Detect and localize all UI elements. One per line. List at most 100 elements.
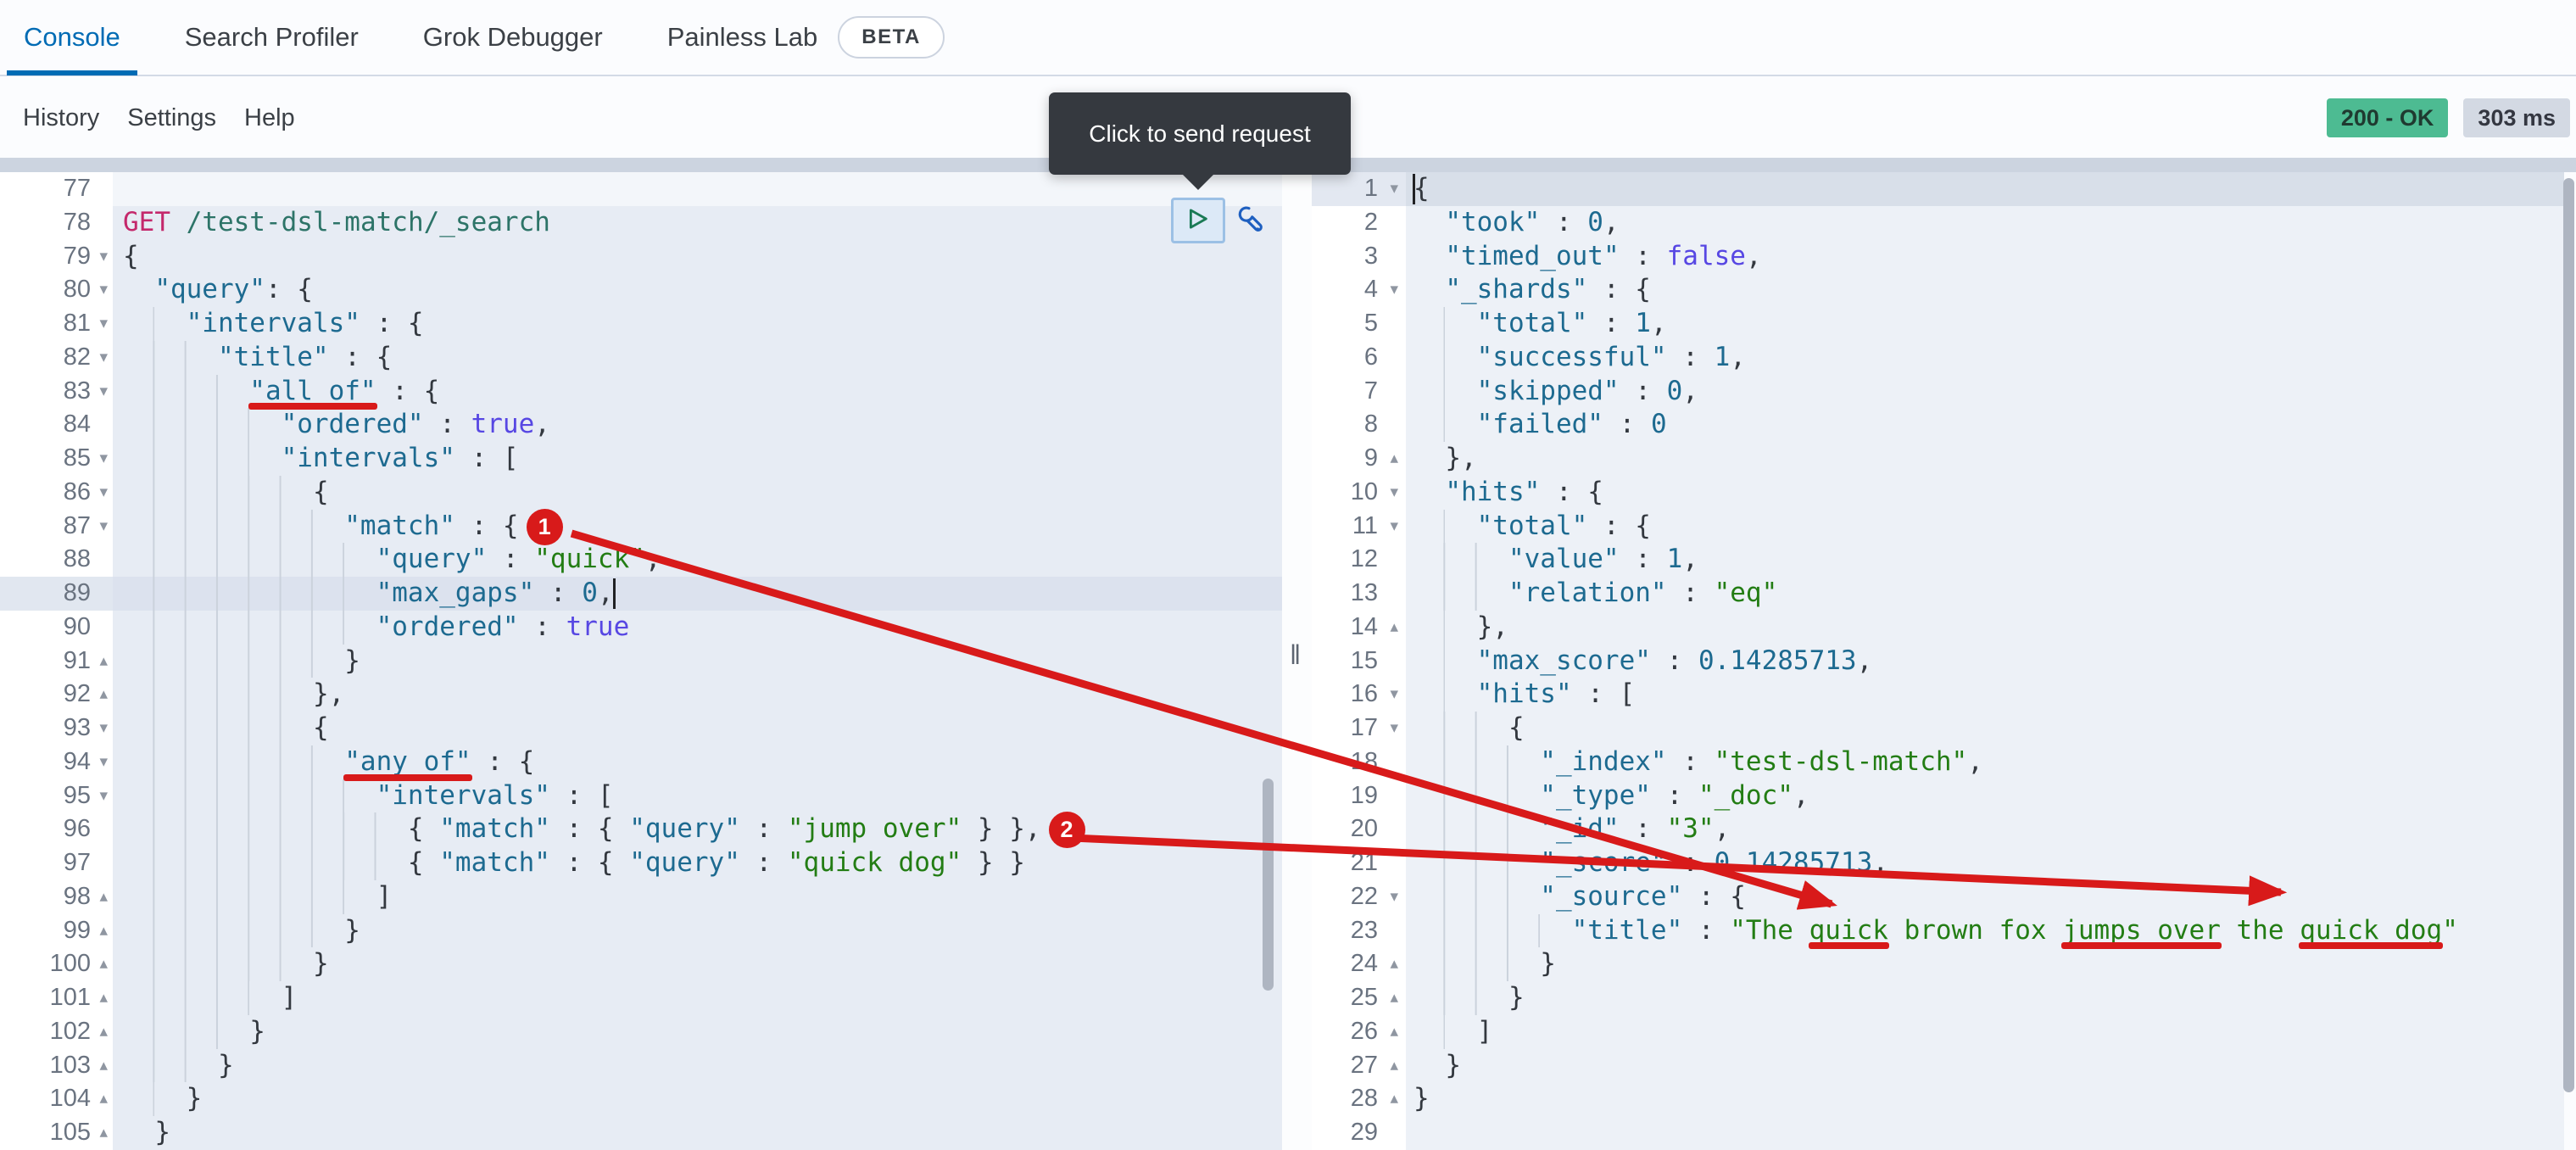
code-line: 90 "ordered" : true [0,610,1282,645]
line-number: 99 [63,916,91,944]
fold-up-icon[interactable]: ▴ [99,947,108,981]
response-editor[interactable]: 1 ▾{2 "took" : 0, 3 "timed_out" : false, 4 ▾ "_… [1312,172,2564,1150]
fold-up-icon[interactable]: ▴ [1390,981,1398,1015]
code-line: 28 ▴} [1312,1082,2564,1116]
tab-painless-lab[interactable]: Painless Lab BETA [650,0,962,75]
code-line: 10 ▾ "hits" : { [1312,475,2564,510]
line-number: 14 [1350,612,1378,640]
code-token: false [1666,240,1746,271]
indent-guides [123,543,345,577]
code-token: "test-dsl-match" [1714,745,1968,777]
code-token: "_type" [1540,779,1651,811]
fold-up-icon[interactable]: ▴ [99,645,108,678]
fold-down-icon[interactable]: ▾ [99,476,108,510]
fold-down-icon[interactable]: ▾ [1390,273,1398,307]
gutter-cell: 10 ▾ [1312,475,1406,510]
tab-console[interactable]: Console [7,0,137,75]
code-token: } } [962,847,1025,878]
tab-grok-debugger[interactable]: Grok Debugger [406,0,620,75]
code-line-content: }, [113,678,1282,712]
code-token: } [186,1083,203,1114]
fold-up-icon[interactable]: ▴ [99,981,108,1015]
tooltip-text: Click to send request [1089,120,1311,147]
wrench-icon [1232,206,1268,242]
fold-up-icon[interactable]: ▴ [1390,947,1398,981]
indent-pad [376,812,408,846]
gutter-cell: 95 ▾ [0,779,113,813]
gutter-cell: 25 ▴ [1312,981,1406,1015]
line-number: 23 [1350,916,1378,944]
code-token: "timed_out" [1445,240,1620,271]
indent-pad [187,341,218,375]
code-token: , [534,409,550,440]
line-number: 15 [1350,646,1378,674]
code-token: quick dog [2299,914,2444,949]
fold-up-icon[interactable]: ▴ [99,880,108,914]
fold-down-icon[interactable]: ▾ [1390,880,1398,914]
fold-down-icon[interactable]: ▾ [99,442,108,476]
code-line-content: "_score" : 0.14285713, [1406,846,2564,880]
fold-down-icon[interactable]: ▾ [1390,712,1398,745]
fold-up-icon[interactable]: ▴ [99,1049,108,1083]
fold-down-icon[interactable]: ▾ [1390,678,1398,712]
tab-search-profiler[interactable]: Search Profiler [168,0,376,75]
indent-guides [1413,913,1541,948]
fold-up-icon[interactable]: ▴ [99,1082,108,1116]
request-editor[interactable]: 77 78 GET /test-dsl-match/_search 79 ▾{80 ▾ "q… [0,172,1282,1150]
fold-down-icon[interactable]: ▾ [99,375,108,409]
fold-up-icon[interactable]: ▴ [1390,611,1398,645]
code-line-content: "total" : 1, [1406,307,2564,341]
gutter-cell: 26 ▴ [1312,1014,1406,1049]
indent-pad [313,510,344,544]
code-token: }, [1476,611,1508,642]
code-token: true [471,409,535,440]
menu-item-help[interactable]: Help [244,104,295,132]
fold-up-icon[interactable]: ▴ [99,1015,108,1049]
send-request-button[interactable] [1171,198,1225,243]
fold-up-icon[interactable]: ▴ [1390,1082,1398,1116]
menu-item-history[interactable]: History [23,104,99,132]
fold-down-icon[interactable]: ▾ [99,240,108,274]
panel-resize-handle[interactable]: ‖ [1290,640,1303,669]
fold-down-icon[interactable]: ▾ [99,712,108,745]
indent-pad [1413,240,1445,274]
fold-down-icon[interactable]: ▾ [1390,476,1398,510]
request-editor-scrollbar-thumb[interactable] [1263,779,1274,991]
indent-pad [1413,442,1445,476]
fold-down-icon[interactable]: ▾ [99,307,108,341]
gutter-cell: 96 [0,812,113,846]
code-line: 8 "failed" : 0 [1312,408,2564,442]
fold-down-icon[interactable]: ▾ [99,510,108,544]
fold-down-icon[interactable]: ▾ [1390,510,1398,544]
code-line-content: }, [1406,610,2564,645]
fold-down-icon[interactable]: ▾ [99,273,108,307]
code-line: 13 "relation" : "eq" [1312,577,2564,611]
fold-down-icon[interactable]: ▾ [99,745,108,779]
menu-item-settings[interactable]: Settings [127,104,216,132]
fold-up-icon[interactable]: ▴ [1390,1015,1398,1049]
fold-down-icon[interactable]: ▾ [99,341,108,375]
fold-up-icon[interactable]: ▴ [99,678,108,712]
line-number: 7 [1363,377,1378,405]
code-token: : [534,578,583,608]
fold-up-icon[interactable]: ▴ [1390,442,1398,476]
gutter-cell: 99 ▴ [0,913,113,948]
code-line-content: { [1406,172,2564,206]
code-line-content: { "match" : { "query" : "jump over" } }, [113,812,1282,846]
code-token: "eq" [1714,578,1778,608]
fold-down-icon[interactable]: ▾ [1390,172,1398,206]
code-token: , [644,544,661,575]
code-line-content: "hits" : { [1406,475,2564,510]
fold-up-icon[interactable]: ▴ [99,914,108,948]
fold-up-icon[interactable]: ▴ [99,1116,108,1150]
fold-up-icon[interactable]: ▴ [1390,1049,1398,1083]
code-token: { [312,712,329,743]
indent-pad [154,307,186,341]
response-editor-scrollbar-thumb[interactable] [2563,178,2574,1092]
code-line-content: "_source" : { [1406,879,2564,914]
request-options-button[interactable] [1232,203,1268,238]
code-token: : [ [549,779,614,811]
code-token: quick [1808,914,1890,949]
code-token: "skipped" [1476,375,1620,406]
fold-down-icon[interactable]: ▾ [99,779,108,813]
